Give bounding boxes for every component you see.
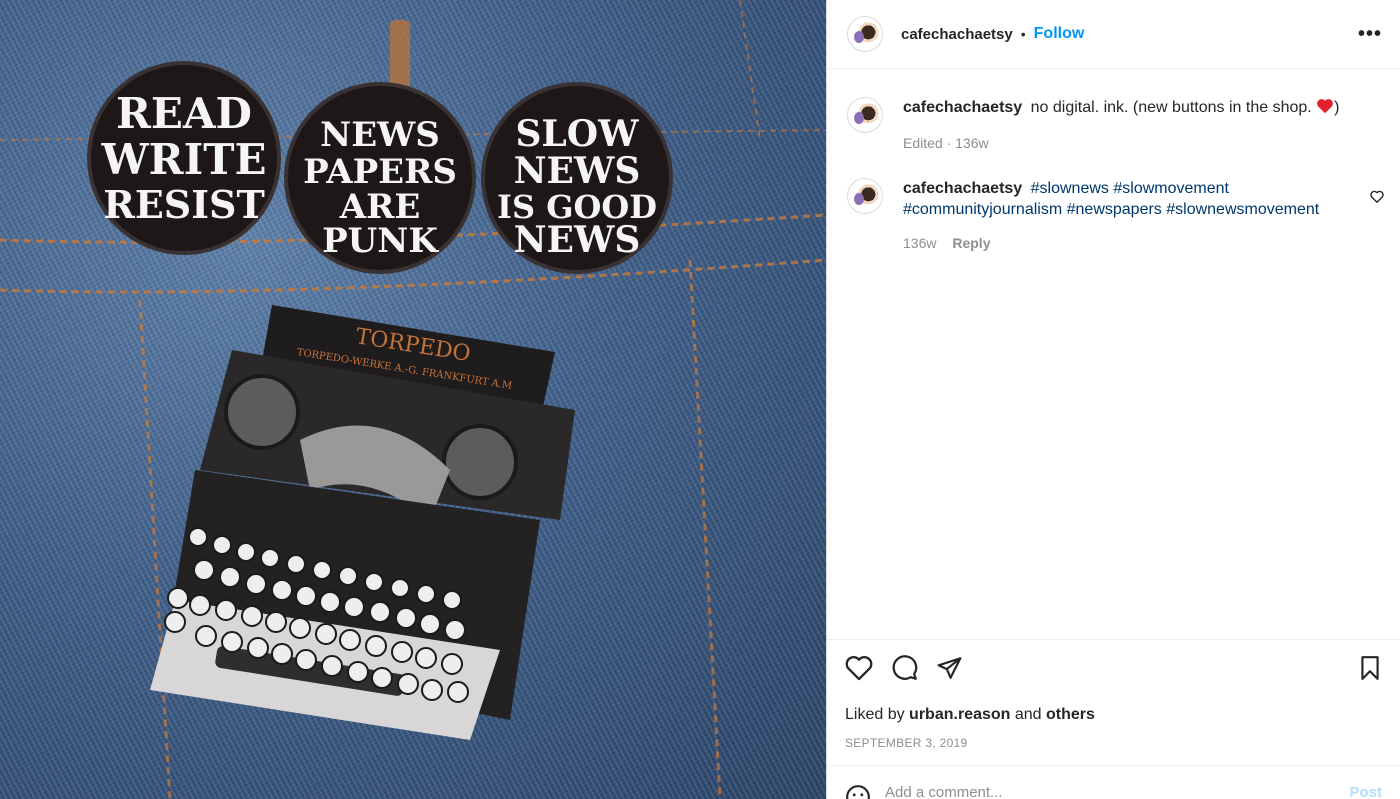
post-photo[interactable]: READ WRITE RESIST NEWS PAPERS ARE PUNK S… [0, 0, 826, 799]
likes-middle: and [1014, 706, 1042, 723]
bookmark-icon[interactable] [1358, 655, 1382, 686]
pin-text-line: RESIST [103, 182, 264, 227]
post-date: September 3, 2019 [845, 736, 968, 750]
comment-meta: 136w Reply [903, 233, 1343, 254]
pin-text-line: WRITE [101, 135, 267, 184]
instagram-post: READ WRITE RESIST NEWS PAPERS ARE PUNK S… [0, 0, 1400, 799]
pin-text-line: PUNK [322, 221, 439, 261]
avatar[interactable] [847, 178, 883, 214]
comment: cafechachaetsy #slownews #slowmovement #… [847, 178, 1384, 254]
share-icon[interactable] [936, 655, 963, 686]
liker-username[interactable]: urban.reason [909, 706, 1010, 723]
pin-button-newspapers-are-punk: NEWS PAPERS ARE PUNK [284, 82, 476, 274]
photo-illustration: READ WRITE RESIST NEWS PAPERS ARE PUNK S… [0, 0, 826, 799]
caption-text-end: ) [1334, 99, 1340, 116]
more-options-icon[interactable]: ••• [1358, 23, 1382, 46]
comment-username[interactable]: cafechachaetsy [903, 180, 1022, 197]
pin-text-line: SLOW [515, 113, 639, 155]
add-comment-input[interactable] [885, 784, 1350, 799]
hashtag-link[interactable]: #slownewsmovement [1166, 201, 1319, 218]
hashtag-link[interactable]: #communityjournalism [903, 201, 1062, 218]
pin-button-slow-news: SLOW NEWS IS GOOD NEWS [481, 82, 673, 274]
post-actions: Liked by urban.reason and others Septemb… [827, 639, 1400, 765]
separator-dot: • [1020, 26, 1026, 42]
header-username[interactable]: cafechachaetsy [901, 26, 1013, 43]
comments-list: cafechachaetsy no digital. ink. (new but… [827, 69, 1400, 639]
caption-meta: Edited · 136w [903, 135, 989, 151]
caption-body: cafechachaetsy no digital. ink. (new but… [903, 97, 1339, 154]
pin-button-read-write-resist: READ WRITE RESIST [87, 61, 281, 255]
follow-button[interactable]: Follow [1034, 25, 1085, 43]
hashtag-link[interactable]: #slowmovement [1113, 180, 1229, 197]
add-comment-bar: Post [827, 765, 1400, 799]
likes-summary: Liked by urban.reason and others [845, 706, 1382, 724]
red-heart-emoji-icon [1316, 98, 1334, 120]
avatar[interactable] [847, 16, 883, 52]
pin-text-line: PAPERS [303, 152, 457, 192]
caption-username[interactable]: cafechachaetsy [903, 99, 1022, 116]
comment-like-heart-icon[interactable] [1370, 190, 1384, 209]
pin-text-line: NEWS [514, 150, 641, 192]
heart-icon[interactable] [845, 655, 873, 686]
hashtag-link[interactable]: #slownews [1031, 180, 1109, 197]
typewriter-pin: TORPEDO TORPEDO-WERKE A.-G. FRANKFURT A.… [150, 305, 575, 740]
pin-text-line: NEWS [514, 219, 641, 261]
caption-text: no digital. ink. (new buttons in the sho… [1030, 99, 1312, 116]
comment-time: 136w [903, 235, 937, 251]
action-bar [845, 654, 1382, 686]
avatar[interactable] [847, 97, 883, 133]
post-comment-button[interactable]: Post [1349, 784, 1382, 799]
pin-text-line: READ [116, 89, 252, 138]
emoji-icon[interactable] [845, 784, 871, 799]
hashtag-link[interactable]: #newspapers [1067, 201, 1162, 218]
post-sidebar: cafechachaetsy • Follow ••• cafechachaet… [827, 0, 1400, 799]
pin-text-line: NEWS [320, 115, 440, 155]
likes-prefix: Liked by [845, 706, 905, 723]
likes-others-link[interactable]: others [1046, 706, 1095, 723]
comment-body: cafechachaetsy #slownews #slowmovement #… [903, 178, 1343, 254]
post-header: cafechachaetsy • Follow ••• [827, 0, 1400, 69]
reply-button[interactable]: Reply [952, 235, 990, 251]
comment-icon[interactable] [891, 654, 918, 686]
caption: cafechachaetsy no digital. ink. (new but… [847, 97, 1384, 154]
